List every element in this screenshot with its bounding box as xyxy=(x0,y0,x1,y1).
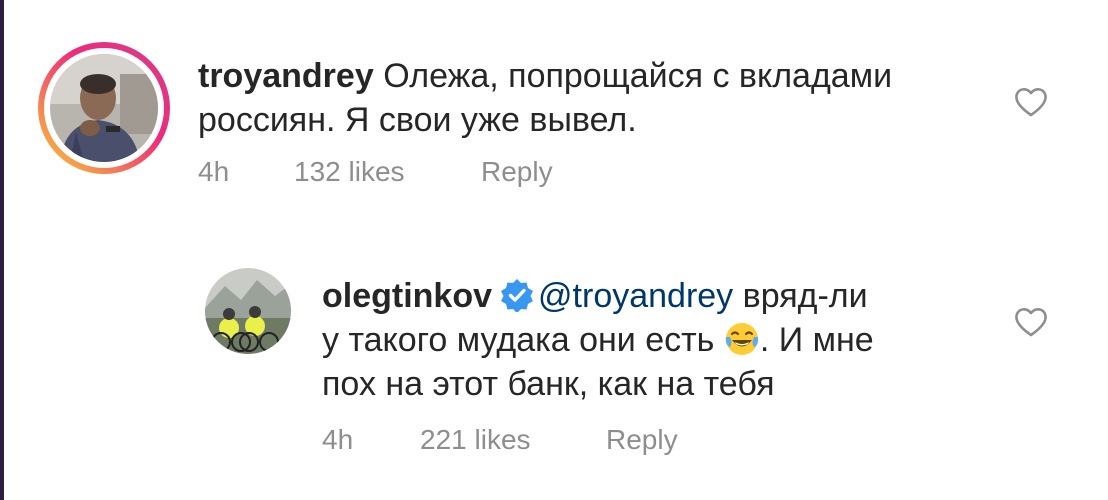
comments-thread: troyandrey Олежа, попрощайся с вкладами … xyxy=(0,0,1108,500)
left-edge-border xyxy=(0,0,4,500)
heart-outline-icon[interactable] xyxy=(1014,86,1048,118)
username[interactable]: troyandrey xyxy=(198,57,374,95)
person-photo-icon xyxy=(50,54,158,162)
face-with-tears-of-joy-icon xyxy=(725,323,759,355)
comment-body: olegtinkov @troyandrey вряд-ли у такого … xyxy=(322,274,1002,406)
comment-text-line2-end: . И мне xyxy=(759,321,874,359)
comment-meta: 4h 221 likes Reply xyxy=(322,424,678,456)
comment-text-line3: пох на этот банк, как на тебя xyxy=(322,365,775,403)
likes-count[interactable]: 132 likes xyxy=(294,156,481,188)
comment-text-line2: у такого мудака они есть xyxy=(322,321,715,359)
comment-body: troyandrey Олежа, попрощайся с вкладами … xyxy=(198,54,998,142)
avatar-olegtinkov[interactable] xyxy=(205,268,291,354)
reply-button[interactable]: Reply xyxy=(481,156,553,188)
verified-badge-icon xyxy=(501,279,534,312)
timestamp[interactable]: 4h xyxy=(198,156,294,188)
username[interactable]: olegtinkov xyxy=(322,277,492,315)
heart-outline-icon[interactable] xyxy=(1014,306,1048,338)
comment-meta: 4h 132 likes Reply xyxy=(198,156,553,188)
mention-link[interactable]: @troyandrey xyxy=(538,277,733,315)
avatar-troyandrey[interactable] xyxy=(50,54,158,162)
likes-count[interactable]: 221 likes xyxy=(420,424,606,456)
reply-button[interactable]: Reply xyxy=(606,424,678,456)
cyclists-photo-icon xyxy=(205,268,291,354)
comment-text-line1: вряд-ли xyxy=(742,277,868,315)
timestamp[interactable]: 4h xyxy=(322,424,420,456)
